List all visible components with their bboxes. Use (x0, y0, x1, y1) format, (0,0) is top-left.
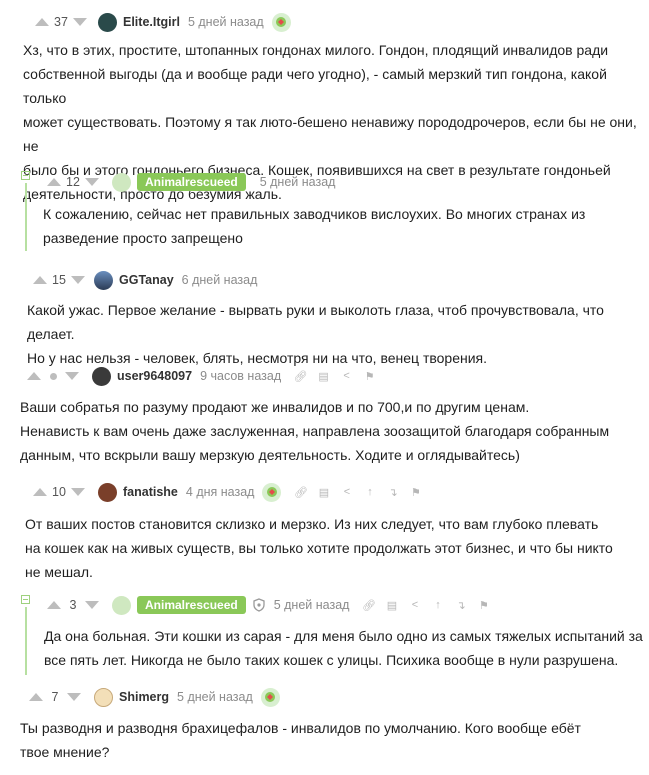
comment-time: 6 дней назад (181, 273, 258, 287)
downvote-arrow-icon[interactable] (66, 691, 82, 703)
comment-author-op-badge[interactable]: Animalrescueed (137, 173, 246, 191)
collapse-branch-button[interactable] (21, 595, 30, 604)
comment-score: 37 (54, 15, 68, 29)
upvote-arrow-icon[interactable] (32, 486, 48, 498)
comment-score: 3 (69, 598, 77, 612)
comment-line: От ваших постов становится склизко и мер… (25, 516, 599, 532)
go-up-icon[interactable]: ↑ (358, 486, 381, 498)
comment-author-op-badge[interactable]: Animalrescueed (137, 596, 246, 614)
comment-line: данным, что вскрыли вашу мерзкую деятель… (20, 447, 520, 463)
comment-branch-line (25, 607, 27, 675)
shield-icon (252, 598, 266, 612)
no-score-dot (42, 369, 64, 383)
comment-time: 9 часов назад (200, 369, 282, 383)
comment-score: 12 (66, 175, 80, 189)
comment-branch-line (25, 183, 27, 251)
comment-score: 7 (51, 690, 59, 704)
comment-tools: 🔗︎ ▤ < ↑ ↴ ⚑ (357, 599, 495, 612)
go-to-parent-icon[interactable]: ↴ (381, 486, 404, 499)
comment-author[interactable]: GGTanay (119, 273, 174, 287)
avatar[interactable] (92, 366, 111, 386)
comment-score: 10 (52, 485, 66, 499)
comment-line: К сожалению, сейчас нет правильных завод… (43, 206, 586, 222)
comment-author[interactable]: fanatishe (123, 485, 178, 499)
avatar[interactable] (112, 172, 131, 192)
award-icon (262, 482, 282, 502)
comment-time: 5 дней назад (259, 175, 336, 189)
upvote-arrow-icon[interactable] (46, 176, 62, 188)
comment-line: собственной выгоды (да и вообще ради чег… (23, 66, 607, 106)
comment-line: твое мнение? (20, 744, 110, 760)
avatar[interactable] (98, 12, 117, 32)
avatar[interactable] (98, 482, 117, 502)
comment-line: Ваши собратья по разуму продают же инвал… (20, 399, 530, 415)
link-icon[interactable]: 🔗︎ (289, 486, 312, 499)
comment-line: все пять лет. Никогда не было таких коше… (44, 652, 619, 668)
flag-icon[interactable]: ⚑ (472, 599, 495, 612)
downvote-arrow-icon[interactable] (70, 274, 86, 286)
save-icon[interactable]: ▤ (312, 370, 335, 383)
comment-time: 5 дней назад (187, 15, 264, 29)
go-up-icon[interactable]: ↑ (426, 599, 449, 611)
upvote-arrow-icon[interactable] (46, 599, 62, 611)
flag-icon[interactable]: ⚑ (404, 486, 427, 499)
downvote-arrow-icon[interactable] (70, 486, 86, 498)
share-icon[interactable]: < (335, 486, 358, 498)
upvote-arrow-icon[interactable] (28, 691, 44, 703)
comment-line: может существовать. Поэтому я так люто-б… (23, 114, 637, 154)
go-to-parent-icon[interactable]: ↴ (449, 599, 472, 612)
comment-score: 15 (52, 273, 66, 287)
flag-icon[interactable]: ⚑ (358, 370, 381, 383)
save-icon[interactable]: ▤ (312, 486, 335, 499)
share-icon[interactable]: < (403, 599, 426, 611)
comment-tools: 🔗︎ ▤ < ↑ ↴ ⚑ (289, 486, 427, 499)
upvote-arrow-icon[interactable] (34, 16, 50, 28)
downvote-arrow-icon[interactable] (72, 16, 88, 28)
comment-tools: 🔗︎ ▤ < ⚑ (289, 370, 381, 383)
upvote-arrow-icon[interactable] (26, 370, 42, 382)
downvote-arrow-icon[interactable] (84, 176, 100, 188)
comment-line: Хз, что в этих, простите, штопанных гонд… (23, 42, 609, 58)
comment-author[interactable]: Shimerg (119, 690, 169, 704)
link-icon[interactable]: 🔗︎ (289, 370, 312, 383)
avatar[interactable] (112, 595, 131, 615)
link-icon[interactable]: 🔗︎ (357, 599, 380, 612)
comment-time: 5 дней назад (273, 598, 350, 612)
comment-author[interactable]: Elite.Itgirl (123, 15, 180, 29)
comment-line: разведение просто запрещено (43, 230, 243, 246)
comment-line: не мешал. (25, 564, 93, 580)
downvote-arrow-icon[interactable] (64, 370, 80, 382)
avatar[interactable] (94, 270, 113, 290)
save-icon[interactable]: ▤ (380, 599, 403, 612)
comment-line: Ты разводня и разводня брахицефалов - ин… (20, 720, 581, 736)
comment-line: Какой ужас. Первое желание - вырвать рук… (27, 302, 604, 342)
award-icon (260, 687, 280, 707)
avatar[interactable] (94, 687, 113, 707)
comment-time: 4 дня назад (185, 485, 255, 499)
upvote-arrow-icon[interactable] (32, 274, 48, 286)
comment-line: Ненависть к вам очень даже заслуженная, … (20, 423, 610, 439)
comment-line: Да она больная. Эти кошки из сарая - для… (44, 628, 643, 644)
comment-line: на кошек как на живых существ, вы только… (25, 540, 613, 556)
comment-time: 5 дней назад (177, 690, 253, 704)
award-icon (271, 12, 291, 32)
comment-author[interactable]: user9648097 (117, 369, 192, 383)
collapse-branch-button[interactable] (21, 171, 30, 180)
downvote-arrow-icon[interactable] (84, 599, 100, 611)
share-icon[interactable]: < (335, 370, 358, 382)
